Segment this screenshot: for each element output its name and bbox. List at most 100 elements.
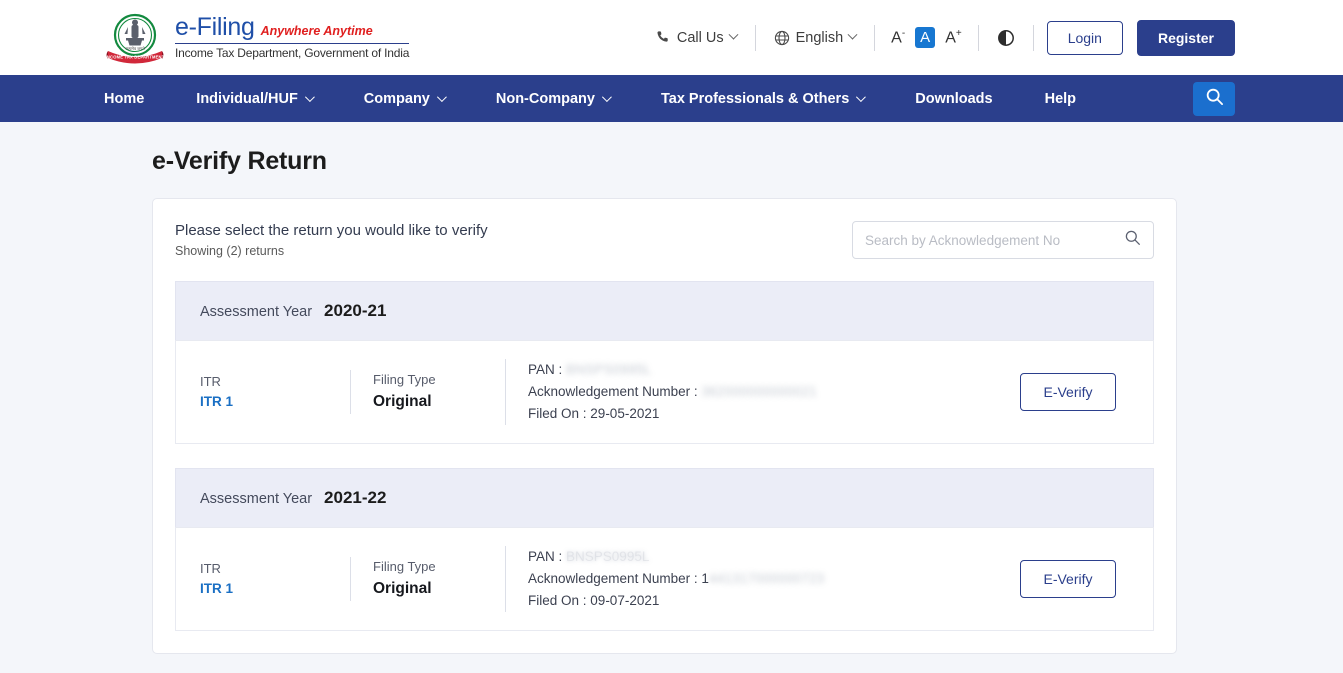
nav-label: Individual/HUF bbox=[196, 91, 298, 107]
header-divider bbox=[755, 25, 756, 51]
return-details-column: PAN : BNSPS0995L Acknowledgement Number … bbox=[505, 546, 1003, 612]
nav-item-home[interactable]: Home bbox=[104, 91, 144, 107]
nav-label: Downloads bbox=[915, 91, 992, 107]
chevron-down-icon bbox=[848, 30, 858, 40]
action-column: E-Verify bbox=[1003, 560, 1153, 598]
nav-item-help[interactable]: Help bbox=[1045, 91, 1076, 107]
filed-on-line: Filed On : 29-05-2021 bbox=[528, 403, 983, 425]
globe-icon bbox=[774, 30, 790, 46]
assessment-year-label: Assessment Year bbox=[200, 304, 312, 320]
showing-count: Showing (2) returns bbox=[175, 244, 852, 258]
nav-label: Non-Company bbox=[496, 91, 595, 107]
action-column: E-Verify bbox=[1003, 373, 1153, 411]
font-decrease-button[interactable]: A- bbox=[890, 27, 906, 48]
search-input[interactable] bbox=[865, 233, 1124, 248]
register-button[interactable]: Register bbox=[1137, 20, 1235, 56]
india-emblem-icon: सत्यमेव जयते INCOME TAX DEPARTMENT bbox=[104, 11, 166, 65]
pan-line: PAN : BNSPS0995L bbox=[528, 546, 983, 568]
everify-button[interactable]: E-Verify bbox=[1020, 560, 1115, 598]
nav-item-company[interactable]: Company bbox=[364, 91, 444, 107]
everify-card: Please select the return you would like … bbox=[152, 198, 1177, 654]
header-divider bbox=[978, 25, 979, 51]
nav-item-individual-huf[interactable]: Individual/HUF bbox=[196, 91, 312, 107]
acknowledgement-line: Acknowledgement Number : 362000000000021 bbox=[528, 381, 983, 403]
acknowledgement-label: Acknowledgement Number : bbox=[528, 384, 698, 399]
assessment-year-value: 2020-21 bbox=[324, 301, 386, 321]
return-details-column: PAN : BNSPS0995L Acknowledgement Number … bbox=[505, 359, 1003, 425]
nav-item-downloads[interactable]: Downloads bbox=[915, 91, 992, 107]
chevron-down-icon bbox=[602, 92, 612, 102]
phone-icon bbox=[656, 30, 671, 45]
pan-label: PAN : bbox=[528, 549, 562, 564]
svg-text:सत्यमेव जयते: सत्यमेव जयते bbox=[125, 46, 145, 51]
card-header: Please select the return you would like … bbox=[175, 221, 1154, 259]
pan-value: BNSPS0995L bbox=[566, 549, 649, 564]
filing-type-column: Filing Type Original bbox=[350, 370, 505, 413]
acknowledgement-line: Acknowledgement Number : 144131700000072… bbox=[528, 568, 983, 590]
call-us-label: Call Us bbox=[677, 30, 724, 46]
assessment-year-header: Assessment Year 2020-21 bbox=[175, 281, 1154, 340]
acknowledgement-label: Acknowledgement Number : bbox=[528, 571, 698, 586]
pan-label: PAN : bbox=[528, 362, 562, 377]
nav-label: Company bbox=[364, 91, 430, 107]
assessment-year-value: 2021-22 bbox=[324, 488, 386, 508]
nav-label: Tax Professionals & Others bbox=[661, 91, 849, 107]
itr-label: ITR bbox=[200, 372, 330, 392]
filed-on-label: Filed On : bbox=[528, 593, 587, 608]
itr-column: ITR ITR 1 bbox=[200, 559, 350, 599]
search-icon[interactable] bbox=[1124, 229, 1141, 251]
header-divider bbox=[1033, 25, 1034, 51]
font-normal-button[interactable]: A bbox=[915, 27, 935, 48]
call-us-dropdown[interactable]: Call Us bbox=[643, 30, 750, 46]
search-acknowledgement-box[interactable] bbox=[852, 221, 1154, 259]
assessment-year-label: Assessment Year bbox=[200, 491, 312, 507]
language-dropdown[interactable]: English bbox=[761, 30, 870, 46]
chevron-down-icon bbox=[305, 92, 315, 102]
filed-on-value: 09-07-2021 bbox=[590, 593, 659, 608]
brand-title: e-Filing bbox=[175, 15, 255, 40]
filing-type-value: Original bbox=[373, 577, 485, 600]
contrast-icon bbox=[997, 29, 1015, 47]
instruction-text: Please select the return you would like … bbox=[175, 221, 852, 241]
brand-logo[interactable]: सत्यमेव जयते INCOME TAX DEPARTMENT e-Fil… bbox=[104, 11, 409, 65]
font-increase-button[interactable]: A+ bbox=[944, 27, 963, 48]
assessment-year-header: Assessment Year 2021-22 bbox=[175, 468, 1154, 527]
itr-label: ITR bbox=[200, 559, 330, 579]
table-row: ITR ITR 1 Filing Type Original PAN : BNS… bbox=[175, 340, 1154, 444]
acknowledgement-value: 441317000000723 bbox=[709, 571, 825, 586]
page-title: e-Verify Return bbox=[152, 122, 1235, 198]
page-body: e-Verify Return Please select the return… bbox=[0, 122, 1343, 673]
acknowledgement-value: 362000000000021 bbox=[701, 384, 817, 399]
filed-on-value: 29-05-2021 bbox=[590, 406, 659, 421]
brand-tagline: Anywhere Anytime bbox=[261, 25, 373, 38]
itr-value[interactable]: ITR 1 bbox=[200, 579, 330, 599]
nav-item-non-company[interactable]: Non-Company bbox=[496, 91, 609, 107]
chevron-down-icon bbox=[856, 92, 866, 102]
search-icon bbox=[1205, 87, 1224, 111]
language-label: English bbox=[796, 30, 844, 46]
contrast-toggle[interactable] bbox=[984, 29, 1028, 47]
pan-line: PAN : BNSPS0995L bbox=[528, 359, 983, 381]
header-utility-bar: Call Us English A- A A+ Login Register bbox=[643, 0, 1235, 75]
filing-type-label: Filing Type bbox=[373, 557, 485, 577]
return-group: Assessment Year 2020-21 ITR ITR 1 Filing… bbox=[175, 281, 1154, 444]
main-navigation: Home Individual/HUF Company Non-Company … bbox=[0, 75, 1343, 122]
nav-search-button[interactable] bbox=[1193, 82, 1235, 116]
svg-text:INCOME TAX DEPARTMENT: INCOME TAX DEPARTMENT bbox=[106, 54, 165, 59]
itr-value[interactable]: ITR 1 bbox=[200, 392, 330, 412]
table-row: ITR ITR 1 Filing Type Original PAN : BNS… bbox=[175, 527, 1154, 631]
site-header: सत्यमेव जयते INCOME TAX DEPARTMENT e-Fil… bbox=[0, 0, 1343, 75]
nav-label: Help bbox=[1045, 91, 1076, 107]
everify-button[interactable]: E-Verify bbox=[1020, 373, 1115, 411]
filed-on-label: Filed On : bbox=[528, 406, 587, 421]
font-size-controls: A- A A+ bbox=[880, 27, 973, 48]
acknowledgement-prefix: 1 bbox=[701, 571, 709, 586]
chevron-down-icon bbox=[728, 30, 738, 40]
filing-type-column: Filing Type Original bbox=[350, 557, 505, 600]
pan-value: BNSPS0995L bbox=[566, 362, 651, 377]
login-button[interactable]: Login bbox=[1047, 21, 1123, 55]
brand-subtitle: Income Tax Department, Government of Ind… bbox=[175, 43, 409, 60]
header-divider bbox=[874, 25, 875, 51]
nav-item-tax-professionals[interactable]: Tax Professionals & Others bbox=[661, 91, 863, 107]
filing-type-value: Original bbox=[373, 390, 485, 413]
